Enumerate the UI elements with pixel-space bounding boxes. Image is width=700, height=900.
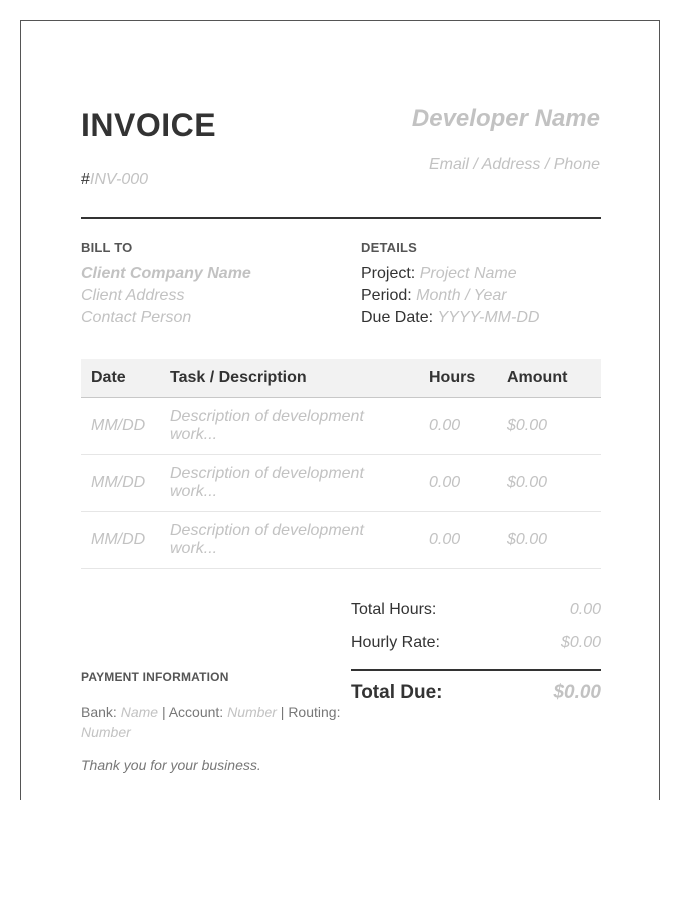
period-field[interactable]: Month / Year	[416, 287, 506, 304]
total-hours-label: Total Hours:	[351, 600, 437, 618]
header-description: Task / Description	[160, 359, 419, 398]
payment-details-line: Bank: Name | Account: Number | Routing: …	[81, 702, 371, 742]
payment-label: PAYMENT INFORMATION	[81, 670, 229, 684]
project-line: Project: Project Name	[361, 263, 621, 285]
details-section: DETAILS Project: Project Name Period: Mo…	[361, 240, 621, 329]
total-due-row: Total Due: $0.00	[351, 677, 601, 709]
invoice-number-prefix: #	[81, 171, 90, 188]
account-label: Account:	[168, 704, 224, 720]
bank-field[interactable]: Name	[121, 704, 158, 720]
bill-to-label: BILL TO	[81, 240, 133, 255]
header-amount: Amount	[497, 359, 601, 398]
table-row: MM/DD Description of development work...…	[81, 397, 601, 455]
totals-section: Total Hours: 0.00 Hourly Rate: $0.00 Tot…	[351, 593, 601, 709]
due-date-line: Due Date: YYYY-MM-DD	[361, 307, 621, 329]
row-date-field[interactable]: MM/DD	[81, 397, 160, 455]
invoice-title: INVOICE	[81, 107, 217, 143]
row-hours-field[interactable]: 0.00	[419, 511, 497, 569]
line-items-table: Date Task / Description Hours Amount MM/…	[81, 359, 601, 569]
row-description-field[interactable]: Description of development work...	[160, 397, 419, 455]
invoice-number-value[interactable]: INV-000	[90, 171, 148, 188]
developer-name[interactable]: Developer Name	[412, 105, 600, 133]
row-hours-field[interactable]: 0.00	[419, 454, 497, 512]
invoice-number[interactable]: #INV-000	[81, 171, 148, 189]
account-field[interactable]: Number	[227, 704, 277, 720]
routing-label: Routing:	[288, 704, 341, 720]
separator: |	[161, 704, 166, 720]
hourly-rate-row: Hourly Rate: $0.00	[351, 626, 601, 659]
bill-to-section: BILL TO Client Company Name Client Addre…	[81, 240, 341, 329]
project-label: Project:	[361, 265, 416, 282]
table-row: MM/DD Description of development work...…	[81, 454, 601, 512]
row-description-field[interactable]: Description of development work...	[160, 511, 419, 569]
contact-person-field[interactable]: Contact Person	[81, 307, 341, 329]
routing-field[interactable]: Number	[81, 724, 131, 740]
due-date-label: Due Date:	[361, 309, 434, 326]
row-hours-field[interactable]: 0.00	[419, 397, 497, 455]
total-due-value[interactable]: $0.00	[553, 682, 601, 704]
bank-label: Bank:	[81, 704, 117, 720]
header-divider	[81, 217, 601, 219]
project-field[interactable]: Project Name	[420, 265, 517, 282]
thank-you-note: Thank you for your business.	[81, 757, 261, 773]
client-company-field[interactable]: Client Company Name	[81, 263, 341, 285]
totals-divider	[351, 669, 601, 671]
separator: |	[280, 704, 285, 720]
client-address-field[interactable]: Client Address	[81, 285, 341, 307]
period-line: Period: Month / Year	[361, 285, 621, 307]
total-hours-row: Total Hours: 0.00	[351, 593, 601, 626]
header-hours: Hours	[419, 359, 497, 398]
hourly-rate-label: Hourly Rate:	[351, 633, 440, 651]
row-amount-field[interactable]: $0.00	[497, 397, 601, 455]
total-hours-value[interactable]: 0.00	[570, 601, 601, 619]
row-description-field[interactable]: Description of development work...	[160, 454, 419, 512]
table-row: MM/DD Description of development work...…	[81, 511, 601, 569]
payment-section: PAYMENT INFORMATION Bank: Name | Account…	[81, 670, 371, 742]
developer-contact[interactable]: Email / Address / Phone	[429, 156, 600, 174]
hourly-rate-value[interactable]: $0.00	[561, 634, 601, 652]
header-date: Date	[81, 359, 160, 398]
invoice-page: INVOICE #INV-000 Developer Name Email / …	[20, 20, 660, 800]
row-amount-field[interactable]: $0.00	[497, 454, 601, 512]
due-date-field[interactable]: YYYY-MM-DD	[438, 309, 540, 326]
period-label: Period:	[361, 287, 412, 304]
row-amount-field[interactable]: $0.00	[497, 511, 601, 569]
table-header-row: Date Task / Description Hours Amount	[81, 359, 601, 398]
details-label: DETAILS	[361, 240, 418, 255]
row-date-field[interactable]: MM/DD	[81, 511, 160, 569]
row-date-field[interactable]: MM/DD	[81, 454, 160, 512]
